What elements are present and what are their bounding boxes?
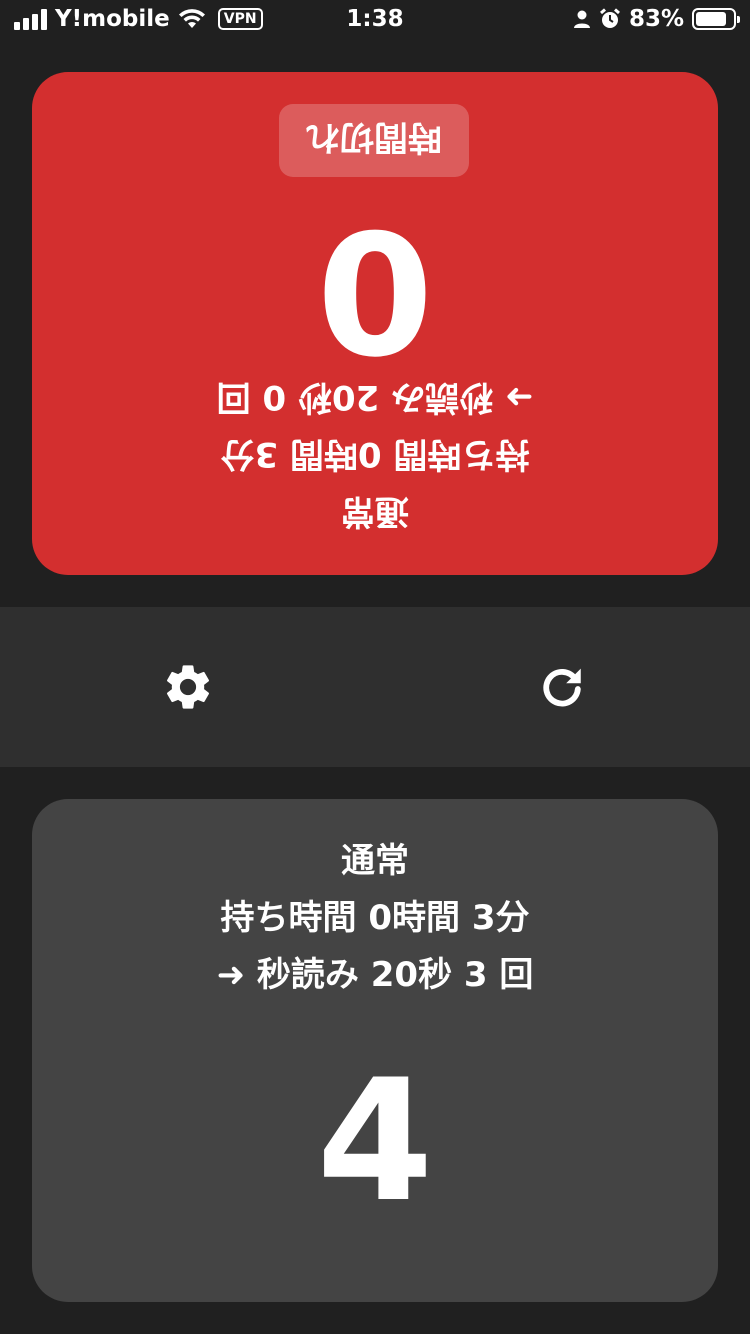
person-icon [573,10,590,28]
top-info: 通常 持ち時間 0時間 3分 ➜ 秒読み 20秒 0 回 [32,368,718,539]
bottom-byoyomi: ➜ 秒読み 20秒 3 回 [216,955,534,995]
player-top-panel[interactable]: 時間切れ 0 通常 持ち時間 0時間 3分 ➜ 秒読み 20秒 0 回 [32,72,718,575]
bottom-mode: 通常 [341,841,409,881]
status-bar: Y!mobile VPN 1:38 83% [0,0,750,42]
bottom-time-setting: 持ち時間 0時間 3分 [220,898,530,938]
control-bar [0,607,750,767]
top-time-setting: 持ち時間 0時間 3分 [220,434,530,474]
alarm-icon [599,8,620,28]
top-mode: 通常 [341,491,409,531]
player-bottom-panel[interactable]: 通常 持ち時間 0時間 3分 ➜ 秒読み 20秒 3 回 4 [32,799,718,1302]
battery-icon [692,8,740,30]
timeout-badge: 時間切れ [279,104,469,177]
clock-screen: Y!mobile VPN 1:38 83% 時間切れ 0 通常 持ち時間 0時間… [0,0,750,1334]
top-move-count: 0 [316,192,434,388]
settings-button[interactable] [156,655,220,719]
gear-icon [166,665,210,709]
reset-button[interactable] [530,655,594,719]
top-byoyomi: ➜ 秒読み 20秒 0 回 [216,377,534,417]
bottom-move-count: 4 [316,1043,434,1239]
refresh-icon [543,668,581,707]
battery-percent: 83% [628,6,684,32]
bottom-info: 通常 持ち時間 0時間 3分 ➜ 秒読み 20秒 3 回 [32,833,718,1004]
status-right: 83% [573,6,740,32]
battery-fill [696,12,726,26]
